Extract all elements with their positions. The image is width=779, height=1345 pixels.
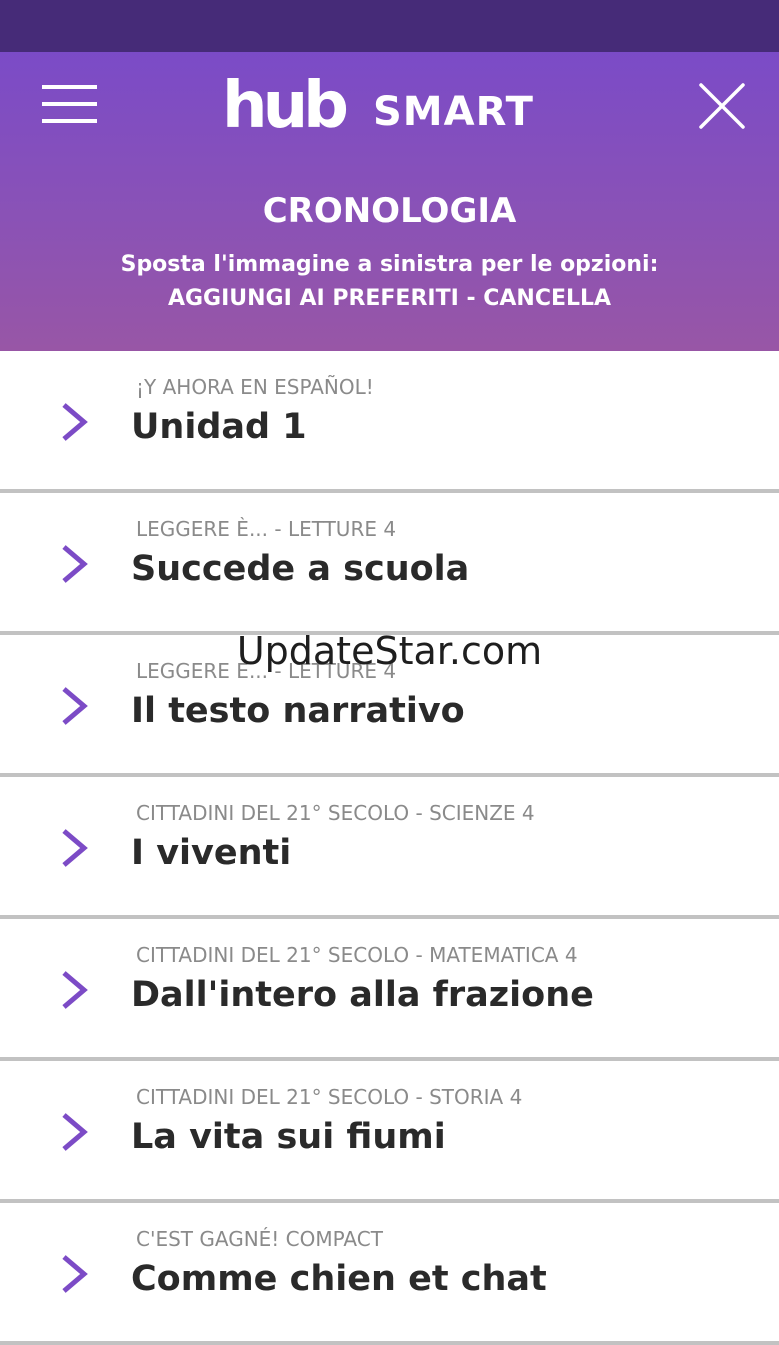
item-title: I viventi [131, 833, 292, 873]
item-subtitle: LEGGERE È... - LETTURE 4 [136, 659, 397, 683]
item-subtitle: CITTADINI DEL 21° SECOLO - MATEMATICA 4 [136, 943, 578, 967]
logo-smart-text: SMART [373, 89, 534, 135]
item-subtitle: LEGGERE È... - LETTURE 4 [136, 517, 397, 541]
instruction-line-2: AGGIUNGI AI PREFERITI - CANCELLA [167, 286, 612, 311]
chevron-right-icon [62, 403, 88, 441]
item-subtitle: CITTADINI DEL 21° SECOLO - SCIENZE 4 [136, 801, 535, 825]
close-button[interactable] [698, 82, 746, 130]
history-item[interactable]: LEGGERE È... - LETTURE 4 Il testo narrat… [0, 635, 779, 777]
history-item[interactable]: CITTADINI DEL 21° SECOLO - MATEMATICA 4 … [0, 919, 779, 1061]
history-list: ¡Y AHORA EN ESPAÑOL! Unidad 1 LEGGERE È.… [0, 351, 779, 1345]
page-title: CRONOLOGIA [262, 191, 517, 231]
swipe-instruction: Sposta l'immagine a sinistra per le opzi… [0, 248, 779, 316]
chevron-right-icon [62, 1113, 88, 1151]
item-title: Succede a scuola [131, 549, 470, 589]
item-subtitle: C'EST GAGNÉ! COMPACT [136, 1227, 383, 1251]
instruction-line-1: Sposta l'immagine a sinistra per le opzi… [120, 252, 659, 277]
history-item[interactable]: CITTADINI DEL 21° SECOLO - SCIENZE 4 I v… [0, 777, 779, 919]
chevron-right-icon [62, 687, 88, 725]
logo-hub-text: hub [222, 69, 349, 143]
item-subtitle: CITTADINI DEL 21° SECOLO - STORIA 4 [136, 1085, 523, 1109]
history-item[interactable]: CITTADINI DEL 21° SECOLO - STORIA 4 La v… [0, 1061, 779, 1203]
chevron-right-icon [62, 1255, 88, 1293]
hub-smart-logo: hub SMART [222, 66, 578, 146]
app-header: hub SMART CRONOLOGIA Sposta l'immagine a… [0, 52, 779, 351]
item-title: Unidad 1 [131, 407, 307, 447]
history-item[interactable]: LEGGERE È... - LETTURE 4 Succede a scuol… [0, 493, 779, 635]
item-title: La vita sui fiumi [131, 1117, 446, 1157]
chevron-right-icon [62, 971, 88, 1009]
chevron-right-icon [62, 829, 88, 867]
chevron-right-icon [62, 545, 88, 583]
history-item[interactable]: ¡Y AHORA EN ESPAÑOL! Unidad 1 [0, 351, 779, 493]
status-bar [0, 0, 779, 52]
item-subtitle: ¡Y AHORA EN ESPAÑOL! [136, 375, 374, 399]
item-title: Il testo narrativo [131, 691, 465, 731]
history-item[interactable]: C'EST GAGNÉ! COMPACT Comme chien et chat [0, 1203, 779, 1345]
menu-button[interactable] [42, 83, 98, 127]
item-title: Comme chien et chat [131, 1259, 547, 1299]
item-title: Dall'intero alla frazione [131, 975, 594, 1015]
close-icon [699, 83, 745, 129]
